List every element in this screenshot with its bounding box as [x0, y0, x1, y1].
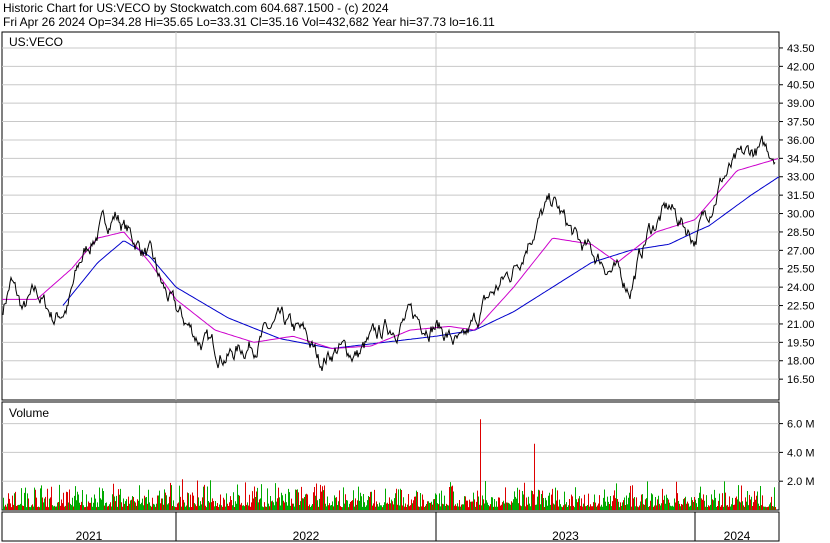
- price-tick-label: 21.00: [787, 319, 815, 331]
- price-grid: [2, 32, 779, 510]
- volume-label: Volume: [9, 406, 50, 420]
- chart-window: Historic Chart for US:VECO by Stockwatch…: [0, 0, 830, 543]
- price-tick-label: 25.50: [787, 264, 815, 276]
- price-tick-label: 28.50: [787, 227, 815, 239]
- price-tick-label: 16.50: [787, 374, 815, 386]
- price-tick-label: 18.00: [787, 356, 815, 368]
- price-tick-label: 31.50: [787, 190, 815, 202]
- year-label: 2021: [76, 529, 103, 543]
- year-label: 2022: [293, 529, 320, 543]
- price-tick-label: 33.00: [787, 172, 815, 184]
- price-tick-label: 40.50: [787, 80, 815, 92]
- moving-average-long-line: [62, 176, 780, 349]
- year-label: 2023: [552, 529, 579, 543]
- year-axis: 2021 2022 2023 2024: [76, 512, 751, 543]
- price-tick-label: 30.00: [787, 209, 815, 221]
- time-axis-frame: [1, 511, 780, 542]
- price-tick-label: 34.50: [787, 153, 815, 165]
- price-tick-label: 36.00: [787, 135, 815, 147]
- moving-average-short-line: [2, 158, 779, 350]
- year-label: 2024: [724, 529, 751, 543]
- price-tick-label: 19.50: [787, 337, 815, 349]
- price-tick-label: 37.50: [787, 117, 815, 129]
- volume-grid: [2, 423, 779, 482]
- price-tick-label: 27.00: [787, 245, 815, 257]
- price-tick-label: 39.00: [787, 98, 815, 110]
- stock-chart: 43.50 42.00 40.50 39.00 37.50 36.00 34.50 33.00…: [1, 31, 815, 543]
- volume-bars: [3, 419, 776, 510]
- volume-tick-label: 4.0 M: [787, 447, 815, 459]
- price-tick-label: 22.50: [787, 301, 815, 313]
- price-axis: 43.50 42.00 40.50 39.00 37.50 36.00 34.50 33.00…: [779, 43, 815, 386]
- price-tick-label: 42.00: [787, 61, 815, 73]
- volume-tick-label: 2.0 M: [787, 476, 815, 488]
- price-line: [2, 135, 776, 372]
- volume-tick-label: 6.0 M: [787, 419, 815, 431]
- volume-axis: 6.0 M 4.0 M 2.0 M: [779, 419, 815, 488]
- symbol-label: US:VECO: [9, 35, 64, 49]
- price-tick-label: 43.50: [787, 43, 815, 55]
- price-tick-label: 24.00: [787, 282, 815, 294]
